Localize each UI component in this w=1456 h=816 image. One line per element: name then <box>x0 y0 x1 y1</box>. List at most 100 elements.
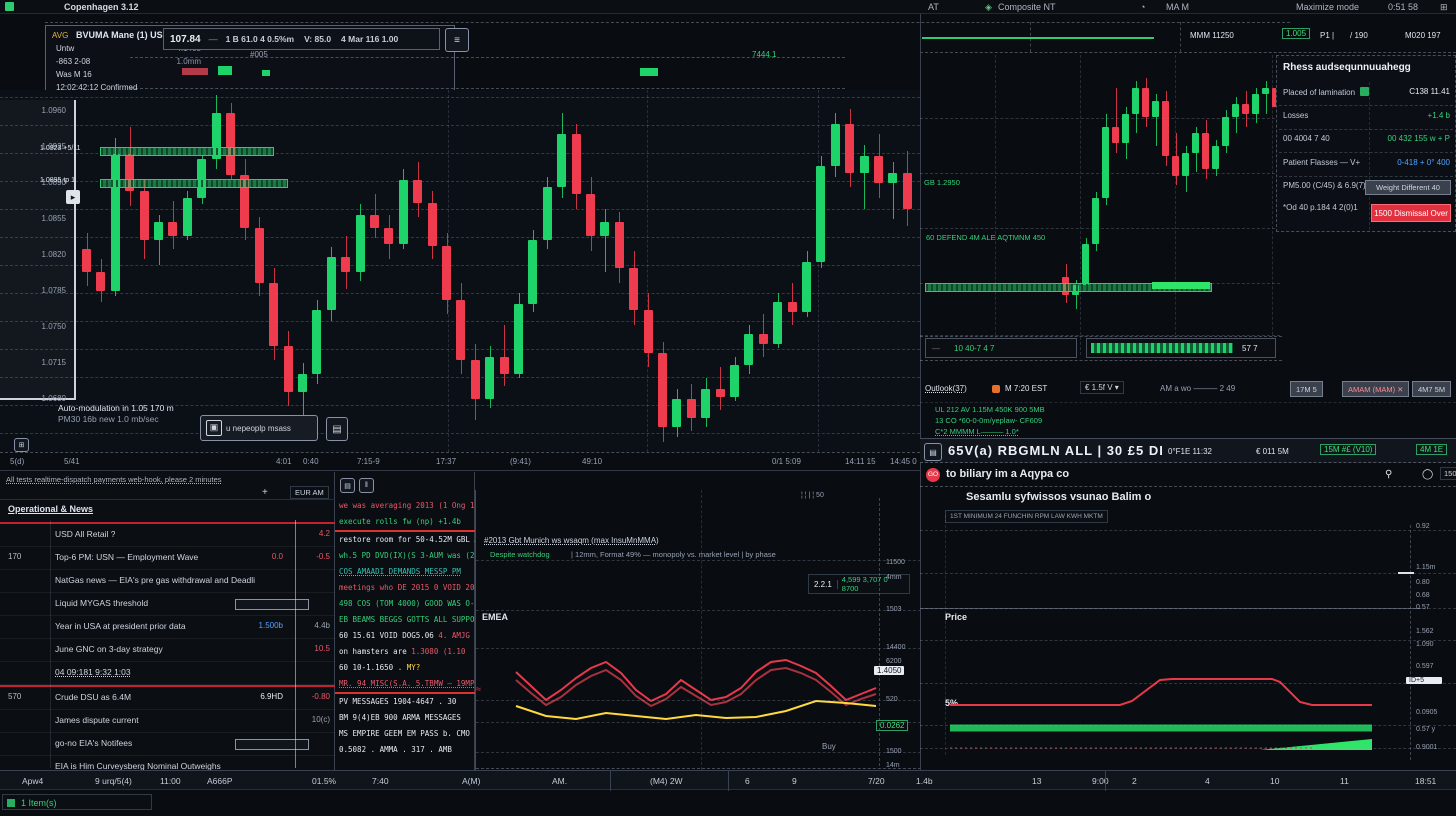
log-icon-2[interactable]: ‖ <box>359 478 374 493</box>
premium-axis-label: 0.0905 <box>1416 709 1437 716</box>
calendar-code-divider <box>50 520 51 768</box>
premium-axis-dash[interactable] <box>1398 572 1414 574</box>
symbol-row: Was M 16 <box>56 70 201 83</box>
indicator-axis-label: 1500 <box>886 748 902 755</box>
status-cell: 01.5% <box>312 776 336 786</box>
candle <box>1242 104 1249 114</box>
candle <box>140 191 149 241</box>
candle <box>269 283 278 347</box>
strategy-button[interactable]: ▣ u nepeoplp msass <box>200 415 318 441</box>
log-line-text: wh.5 PD DVD(IX)(S 3-AUM was (2.1002 <box>339 551 475 560</box>
grid-icon[interactable]: ⊞ <box>1440 2 1448 13</box>
toolbar-item[interactable]: 1 B 61.0 4 0.5%m <box>226 34 295 44</box>
candle <box>312 310 321 374</box>
advisor-button[interactable]: 17M 5 <box>1290 381 1323 397</box>
candle <box>1112 127 1119 143</box>
candle <box>816 166 825 261</box>
status-cell: A(M) <box>462 776 480 786</box>
log-line: on hamsters are 1.3080 (1.10 <box>335 644 475 660</box>
right-header-badge: 1.005 <box>1282 28 1310 39</box>
quote-toolbar: 107.84 — 1 B 61.0 4 0.5%mV: 85.04 Mar 11… <box>163 28 440 50</box>
indicator-panel: ¦ ¦ | ¦ 50 #2013 Gbt Munich ws wsaqm (ma… <box>475 490 920 770</box>
sidebar-separator <box>1279 129 1453 130</box>
candle <box>1152 101 1159 117</box>
bell-icon[interactable]: ◔ <box>1140 2 1145 12</box>
menu-item-composite[interactable]: Composite NT <box>998 2 1056 12</box>
calendar-row-text: Crude DSU as 6.4M <box>55 692 131 702</box>
order-line[interactable] <box>100 147 274 156</box>
candle <box>370 215 379 228</box>
gridline-h <box>920 725 1456 726</box>
calendar-add-button[interactable]: + <box>262 487 268 498</box>
order-line[interactable] <box>100 179 288 188</box>
camera-button[interactable]: ▤ <box>326 417 348 441</box>
candle <box>96 272 105 291</box>
symbol-row-label: -863 2-08 <box>56 57 90 70</box>
items-chip[interactable]: 1 Item(s) <box>2 794 152 810</box>
premium-axis-label: 0.57 y <box>1416 726 1435 733</box>
gridline-h <box>476 648 921 649</box>
price-axis-label: 1.0680 <box>42 394 66 403</box>
calendar-row-text: 04 09:181 9:32 1:03 <box>55 667 131 677</box>
toolbar-item[interactable]: 4 Mar 116 1.00 <box>341 34 398 44</box>
app-title: Copenhagen 3.12 <box>64 2 139 12</box>
collapse-icon[interactable]: ⊞ <box>14 438 29 452</box>
log-line: BM 9(4)EB 900 ARMA MESSAGES <box>335 710 475 726</box>
status-cell: A666P <box>207 776 233 786</box>
candle <box>413 180 422 203</box>
baseline <box>516 701 876 719</box>
status-cell: (M4) 2W <box>650 776 683 786</box>
candle <box>874 156 883 184</box>
right-chart-signal-label: 60 DEFEND 4M ALE AQTMNM 450 <box>926 233 1045 242</box>
log-line: 0.5082 . AMMA . 317 . AMB <box>335 742 475 758</box>
indicator-axis-label: 14400 <box>886 644 905 651</box>
spark-mark-green-1 <box>218 66 232 75</box>
menu-item-at[interactable]: AT <box>928 2 939 12</box>
spark-mark-red <box>182 68 208 75</box>
toggle-icon[interactable] <box>1360 87 1369 96</box>
advisor-button[interactable]: AMAM (MAM) ✕ <box>1342 381 1409 397</box>
main-chart[interactable] <box>0 90 920 452</box>
menu-item-mam[interactable]: MA M <box>1166 2 1189 12</box>
candle <box>82 249 91 272</box>
candle <box>456 300 465 360</box>
premium-axis-label: 0.80 <box>1416 579 1430 586</box>
depth-left-dash-icon: — <box>932 344 940 353</box>
depth-box-right[interactable]: 57 7 <box>1086 338 1276 358</box>
log-line-text: 498 COS (TOM 4000) GOOD WAS O-BOOM <box>339 599 475 608</box>
candle <box>903 173 912 209</box>
gridline-v <box>1080 55 1081 355</box>
premium-slider-handle[interactable]: ID+5 <box>1406 677 1442 684</box>
premium-chart[interactable] <box>920 440 1456 770</box>
status-cell: Apw4 <box>22 776 43 786</box>
candle <box>860 156 869 173</box>
sidebar-grey-button[interactable]: Weight Different 40 <box>1365 180 1451 195</box>
log-line-text: meetings who DE 2015 0 VOID 2006 KIMM <box>339 583 475 592</box>
advisor-lot-select[interactable]: € 1.5f V ▾ <box>1080 381 1124 394</box>
sidebar-row-label: *Od 40 p.184 4 2(0)1 <box>1283 203 1358 212</box>
snapshot-button[interactable]: ≡ <box>445 28 469 52</box>
summary-line: 13 CO *60-0-0m/yeplaw- CF609 <box>935 416 1042 425</box>
depth-box-left[interactable]: 10 40-7 4 7 — <box>925 338 1077 358</box>
indicator-chart[interactable] <box>476 490 921 770</box>
log-line: wh.5 PD DVD(IX)(S 3-AUM was (2.1002 <box>335 548 475 564</box>
chart-marker-icon[interactable]: ▸ <box>66 190 80 204</box>
log-icon-1[interactable]: ▤ <box>340 478 355 493</box>
advisor-name[interactable]: Outlook(37) <box>925 384 967 393</box>
symbol-title[interactable]: BVUMA Mane (1) USB <box>76 30 169 40</box>
candle <box>255 228 264 283</box>
candle <box>1132 88 1139 114</box>
right-chart[interactable] <box>920 55 1280 355</box>
indicator-signal-tag: 0.0262 <box>876 720 908 731</box>
calendar-filter-tag[interactable]: EUR AM <box>290 486 329 499</box>
advisor-button[interactable]: 4M7 5M <box>1412 381 1451 397</box>
time-axis-label: 5/41 <box>64 457 80 466</box>
toolbar-item[interactable]: V: 85.0 <box>304 34 331 44</box>
candle <box>629 268 638 310</box>
chart-note-2: PM30 16b new 1.0 mb/sec <box>58 414 159 424</box>
sidebar-separator <box>1279 176 1453 177</box>
close-order-button[interactable]: 1500 Dismissal Over <box>1371 204 1451 222</box>
candle <box>788 302 797 313</box>
time-axis-label: 14:11 15 <box>845 457 876 466</box>
maximize-mode-label[interactable]: Maximize mode <box>1296 2 1359 12</box>
